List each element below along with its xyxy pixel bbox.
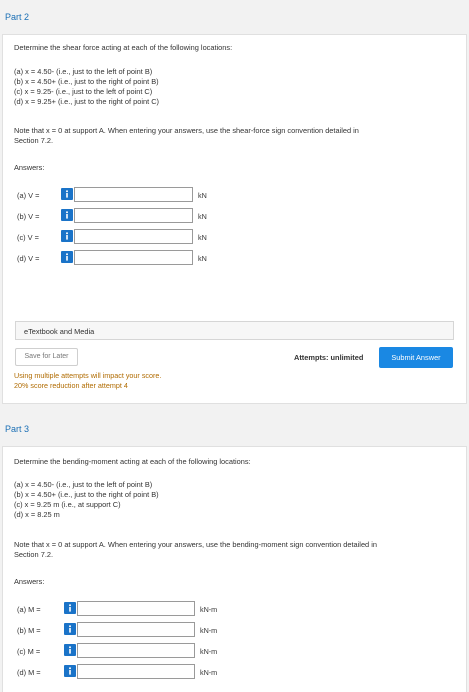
moment-answer-d-input[interactable] [77,664,195,679]
info-icon[interactable] [61,188,73,200]
answer-label: (c) V = [17,233,39,242]
info-icon[interactable] [61,230,73,242]
part3-item-a: (a) x = 4.50- (i.e., just to the left of… [14,480,153,489]
answer-label: (a) M = [17,605,41,614]
info-icon[interactable] [64,665,76,677]
attempts-status: Attempts: unlimited [294,353,364,362]
answer-unit: kN-m [200,626,218,635]
submit-answer-button[interactable]: Submit Answer [379,347,453,368]
answer-label: (d) M = [17,668,41,677]
answer-unit: kN [198,254,207,263]
part2-item-b: (b) x = 4.50+ (i.e., just to the right o… [14,77,159,86]
part2-question: Determine the shear force acting at each… [14,43,233,52]
shear-answer-a-input[interactable] [74,187,193,202]
answer-unit: kN-m [200,668,218,677]
answer-unit: kN [198,212,207,221]
part3-question: Determine the bending-moment acting at e… [14,457,251,466]
moment-answer-a-input[interactable] [77,601,195,616]
answer-label: (d) V = [17,254,40,263]
attempt-warning-line2: 20% score reduction after attempt 4 [14,381,128,390]
part3-card: Determine the bending-moment acting at e… [2,446,467,692]
save-for-later-button[interactable]: Save for Later [15,348,78,366]
info-icon[interactable] [61,251,73,263]
part2-note-line1: Note that x = 0 at support A. When enter… [14,126,359,135]
answer-unit: kN [198,191,207,200]
info-icon[interactable] [64,623,76,635]
etextbook-media-label: eTextbook and Media [24,327,95,336]
etextbook-media-link[interactable]: eTextbook and Media [15,321,454,340]
part3-note-line1: Note that x = 0 at support A. When enter… [14,540,377,549]
part3-answers-label: Answers: [14,577,45,586]
part3-title: Part 3 [5,424,30,434]
answer-label: (c) M = [17,647,41,656]
moment-answer-c-input[interactable] [77,643,195,658]
part2-card: Determine the shear force acting at each… [2,34,467,404]
info-icon[interactable] [64,602,76,614]
info-icon[interactable] [61,209,73,221]
part3-item-b: (b) x = 4.50+ (i.e., just to the right o… [14,490,159,499]
info-icon[interactable] [64,644,76,656]
answer-label: (b) M = [17,626,41,635]
part2-item-c: (c) x = 9.25- (i.e., just to the left of… [14,87,153,96]
part2-item-d: (d) x = 9.25+ (i.e., just to the right o… [14,97,160,106]
shear-answer-b-input[interactable] [74,208,193,223]
shear-answer-d-input[interactable] [74,250,193,265]
answer-unit: kN-m [200,647,218,656]
attempt-warning-line1: Using multiple attempts will impact your… [14,371,162,380]
part2-title: Part 2 [5,12,30,22]
answer-unit: kN-m [200,605,218,614]
moment-answer-b-input[interactable] [77,622,195,637]
answer-unit: kN [198,233,207,242]
part2-header: Part 2 [0,0,469,34]
part2-answers-label: Answers: [14,163,45,172]
answer-label: (b) V = [17,212,40,221]
part3-item-d: (d) x = 8.25 m [14,510,60,519]
part3-item-c: (c) x = 9.25 m (i.e., at support C) [14,500,121,509]
part2-item-a: (a) x = 4.50- (i.e., just to the left of… [14,67,153,76]
part3-note-line2: Section 7.2. [14,550,54,559]
shear-answer-c-input[interactable] [74,229,193,244]
part3-header: Part 3 [0,412,469,446]
part2-note-line2: Section 7.2. [14,136,54,145]
answer-label: (a) V = [17,191,40,200]
